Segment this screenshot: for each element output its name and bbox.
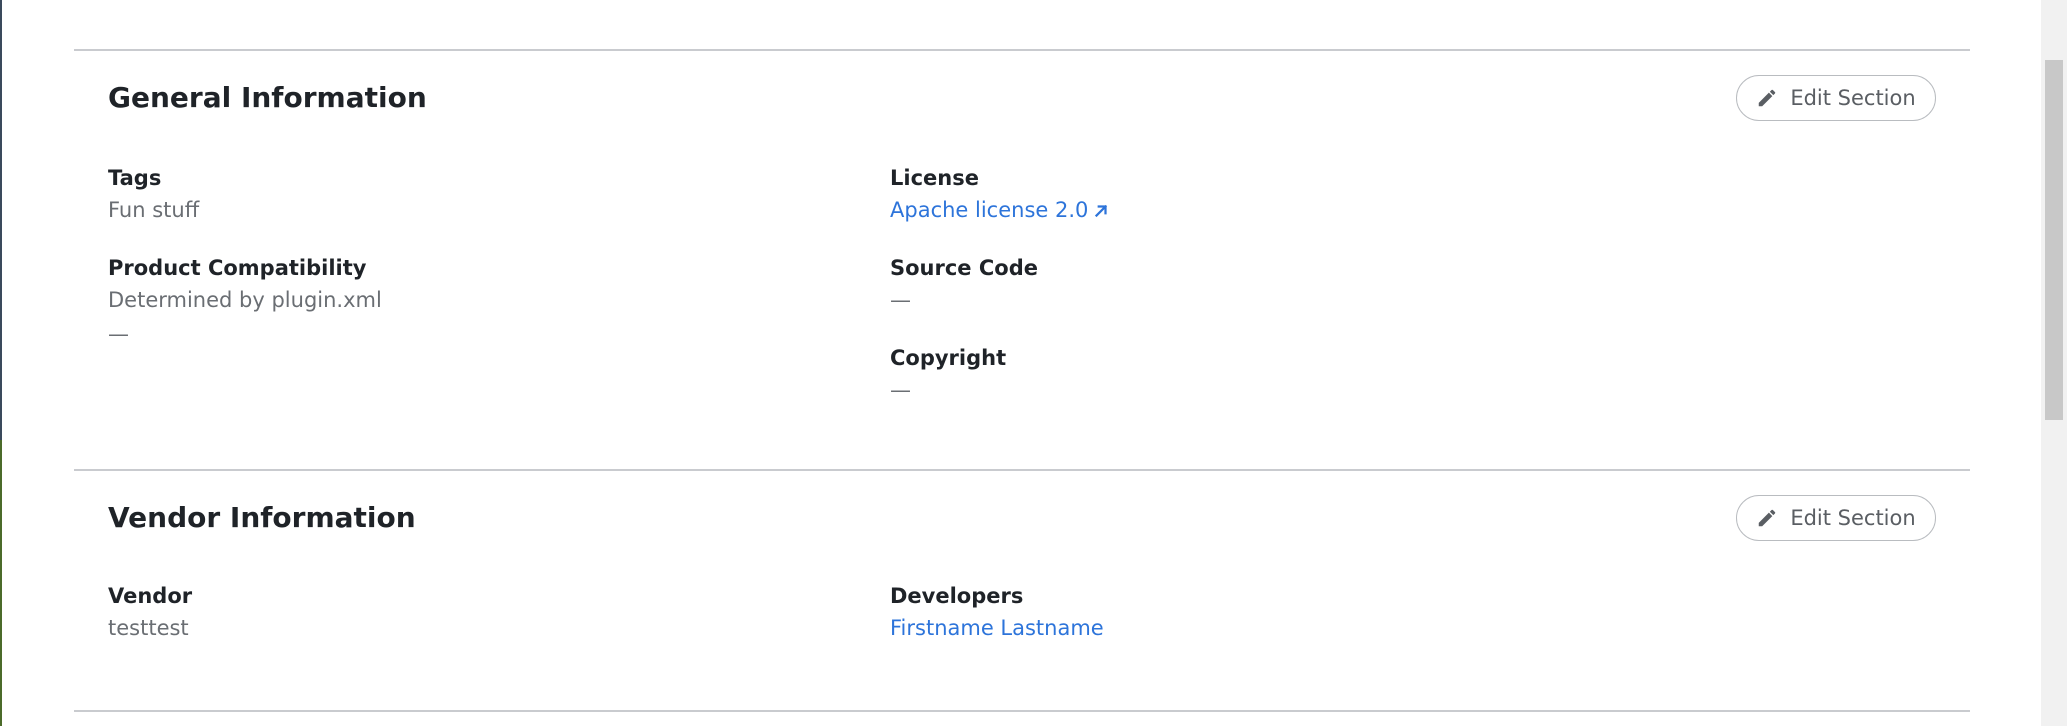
license-field: License Apache license 2.0 [890,163,1110,227]
pencil-icon [1759,509,1776,527]
general-information-section: General Information Edit Section Tags Fu… [74,51,1970,469]
tags-label: Tags [108,166,162,190]
developer-link[interactable]: Firstname Lastname [890,611,1104,645]
page: General Information Edit Section Tags Fu… [0,0,2067,726]
developers-label: Developers [890,584,1024,608]
tags-field: Tags Fun stuff [108,163,199,227]
edit-section-label: Edit Section [1790,506,1916,530]
vendor-information-section: Vendor Information Edit Section Vendor t… [74,471,1970,711]
arrow-up-right-icon [1095,204,1108,218]
license-link-text: Apache license 2.0 [890,198,1089,222]
source-code-value: — [890,288,911,312]
product-compatibility-value: Determined by plugin.xml [108,288,382,312]
edit-section-button[interactable]: Edit Section [1736,495,1936,541]
edit-section-button[interactable]: Edit Section [1736,75,1936,121]
source-code-label: Source Code [890,256,1038,280]
vendor-label: Vendor [108,584,193,608]
edit-section-label: Edit Section [1790,86,1916,110]
copyright-field: Copyright — [890,343,1006,407]
section-title: General Information [108,81,427,114]
section-title: Vendor Information [108,501,416,534]
content-area: General Information Edit Section Tags Fu… [74,0,1970,726]
copyright-label: Copyright [890,346,1007,370]
vertical-scrollbar[interactable] [2041,0,2067,726]
pencil-icon [1759,89,1776,107]
license-link[interactable]: Apache license 2.0 [890,193,1110,227]
source-code-field: Source Code — [890,253,1038,317]
license-label: License [890,166,979,190]
copyright-value: — [890,378,911,402]
divider-bottom [74,710,1970,712]
vendor-field: Vendor testtest [108,581,192,645]
window-edge [0,0,2,726]
developers-field: Developers Firstname Lastname [890,581,1104,645]
vendor-value: testtest [108,616,189,640]
product-compatibility-field: Product Compatibility Determined by plug… [108,253,382,351]
product-compatibility-label: Product Compatibility [108,256,367,280]
product-compatibility-empty: — [108,322,129,346]
scrollbar-thumb[interactable] [2045,60,2063,420]
tags-value: Fun stuff [108,198,200,222]
